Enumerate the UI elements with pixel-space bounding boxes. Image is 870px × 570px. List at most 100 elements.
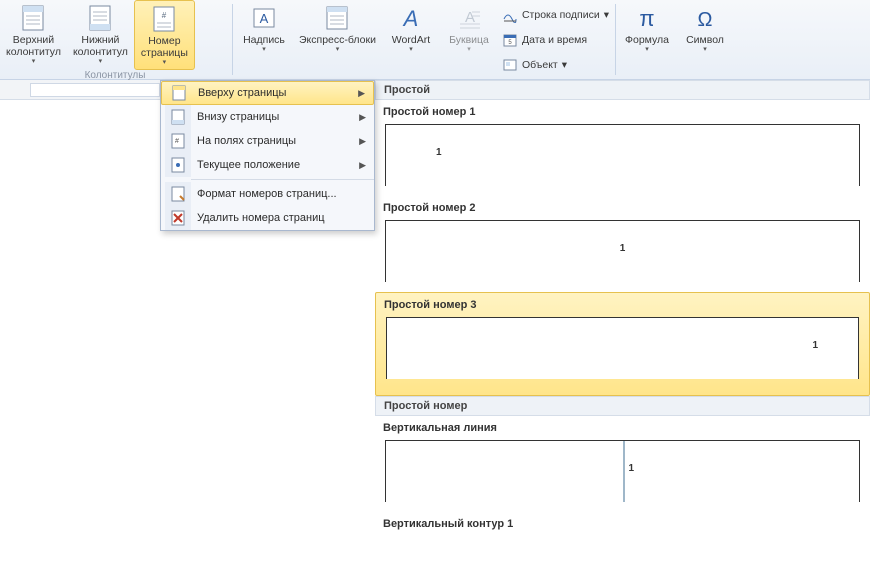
wordart-button[interactable]: A WordArt ▾ [382, 0, 440, 79]
textbox-button[interactable]: A Надпись ▾ [235, 0, 293, 79]
gallery-item-title: Вертикальный контур 1 [375, 512, 870, 532]
page-number-gallery: Простой Простой номер 1 1 Простой номер … [375, 80, 870, 532]
page-number-icon: # [150, 5, 178, 33]
dropdown-arrow-icon: ▾ [467, 46, 471, 54]
menu-page-margins[interactable]: # На полях страницы ▶ [161, 129, 374, 153]
menu-label: На полях страницы [197, 135, 359, 147]
ribbon: Верхний колонтитул ▾ Нижний колонтитул ▾… [0, 0, 870, 80]
quickparts-button[interactable]: Экспресс-блоки ▾ [293, 0, 382, 79]
header-button[interactable]: Верхний колонтитул ▾ [0, 0, 67, 70]
svg-text:Ω: Ω [698, 9, 713, 31]
page-margins-icon: # [165, 129, 191, 153]
gallery-item-simple-1[interactable]: Простой номер 1 1 [375, 100, 870, 186]
datetime-label: Дата и время [522, 34, 587, 46]
header-icon [19, 4, 47, 32]
datetime-icon: 5 [502, 32, 518, 48]
svg-text:A: A [260, 11, 269, 26]
dropdown-arrow-icon: ▾ [604, 9, 609, 21]
quickparts-icon [323, 4, 351, 32]
separator [615, 4, 616, 75]
menu-format-numbers[interactable]: Формат номеров страниц... [161, 182, 374, 206]
current-position-icon [165, 153, 191, 177]
equation-icon: π [633, 4, 661, 32]
gallery-item-simple-3[interactable]: Простой номер 3 1 [375, 292, 870, 396]
preview-number: 1 [436, 147, 442, 158]
svg-text:π: π [639, 6, 654, 31]
page-number-label: Номер страницы [141, 35, 188, 59]
menu-label: Вверху страницы [198, 87, 358, 99]
separator [232, 4, 233, 75]
submenu-arrow-icon: ▶ [358, 88, 369, 99]
wordart-icon: A [397, 4, 425, 32]
dropdown-arrow-icon: ▾ [262, 46, 266, 54]
ruler-active [30, 83, 160, 97]
gallery-item-title: Вертикальная линия [375, 416, 870, 436]
remove-icon [165, 206, 191, 230]
menu-bottom-of-page[interactable]: Внизу страницы ▶ [161, 105, 374, 129]
submenu-arrow-icon: ▶ [359, 136, 370, 147]
menu-separator [191, 179, 374, 180]
dropdown-arrow-icon: ▾ [32, 58, 36, 66]
menu-label: Внизу страницы [197, 111, 359, 123]
preview-number: 1 [812, 340, 818, 351]
dropcap-label: Буквица [449, 34, 489, 46]
gallery-section-plain: Простой номер [375, 396, 870, 416]
preview: 1 [386, 317, 859, 379]
gallery-item-vertical-outline-1[interactable]: Вертикальный контур 1 [375, 512, 870, 532]
page-bottom-icon [165, 105, 191, 129]
dropdown-arrow-icon: ▾ [645, 46, 649, 54]
footer-icon [86, 4, 114, 32]
textbox-icon: A [250, 4, 278, 32]
textbox-label: Надпись [243, 34, 285, 46]
object-label: Объект [522, 59, 558, 71]
menu-remove-numbers[interactable]: Удалить номера страниц [161, 206, 374, 230]
submenu-arrow-icon: ▶ [359, 160, 370, 171]
dropdown-arrow-icon: ▾ [99, 58, 103, 66]
menu-current-position[interactable]: Текущее положение ▶ [161, 153, 374, 177]
dropcap-icon: A [455, 4, 483, 32]
gallery-item-title: Простой номер 2 [375, 196, 870, 216]
page-number-button[interactable]: # Номер страницы ▾ [134, 0, 195, 70]
dropcap-button[interactable]: A Буквица ▾ [440, 0, 498, 79]
header-label: Верхний колонтитул [6, 34, 61, 58]
menu-label: Удалить номера страниц [197, 212, 370, 224]
page-top-icon [166, 81, 192, 105]
object-button[interactable]: Объект ▾ [502, 57, 609, 73]
preview: 1 [385, 124, 860, 186]
page-number-menu: Вверху страницы ▶ Внизу страницы ▶ # На … [160, 80, 375, 231]
wordart-label: WordArt [392, 34, 430, 46]
dropdown-arrow-icon: ▾ [163, 59, 167, 67]
dropdown-arrow-icon: ▾ [409, 46, 413, 54]
signature-icon [502, 7, 518, 23]
footer-button[interactable]: Нижний колонтитул ▾ [67, 0, 134, 70]
equation-button[interactable]: π Формула ▾ [618, 0, 676, 79]
symbol-button[interactable]: Ω Символ ▾ [676, 0, 734, 79]
small-stack: Строка подписи ▾ 5 Дата и время Объект ▾ [498, 0, 613, 79]
gallery-item-vertical-line[interactable]: Вертикальная линия 1 [375, 416, 870, 502]
format-icon [165, 182, 191, 206]
quickparts-label: Экспресс-блоки [299, 34, 376, 46]
preview: 1 [385, 220, 860, 282]
menu-label: Формат номеров страниц... [197, 188, 370, 200]
equation-label: Формула [625, 34, 669, 46]
svg-text:A: A [402, 6, 419, 31]
gallery-item-title: Простой номер 3 [376, 293, 869, 313]
menu-label: Текущее положение [197, 159, 359, 171]
symbol-label: Символ [686, 34, 724, 46]
dropdown-arrow-icon: ▾ [336, 46, 340, 54]
gallery-section-simple: Простой [375, 80, 870, 100]
signature-line-button[interactable]: Строка подписи ▾ [502, 7, 609, 23]
menu-top-of-page[interactable]: Вверху страницы ▶ [161, 81, 374, 105]
preview: 1 [385, 440, 860, 502]
preview-number: 1 [629, 463, 635, 474]
signature-label: Строка подписи [522, 9, 600, 21]
svg-text:#: # [162, 11, 167, 20]
symbol-icon: Ω [691, 4, 719, 32]
submenu-arrow-icon: ▶ [359, 112, 370, 123]
gallery-item-title: Простой номер 1 [375, 100, 870, 120]
dropdown-arrow-icon: ▾ [562, 59, 567, 71]
dropdown-arrow-icon: ▾ [703, 46, 707, 54]
gallery-item-simple-2[interactable]: Простой номер 2 1 [375, 196, 870, 282]
datetime-button[interactable]: 5 Дата и время [502, 32, 609, 48]
object-icon [502, 57, 518, 73]
